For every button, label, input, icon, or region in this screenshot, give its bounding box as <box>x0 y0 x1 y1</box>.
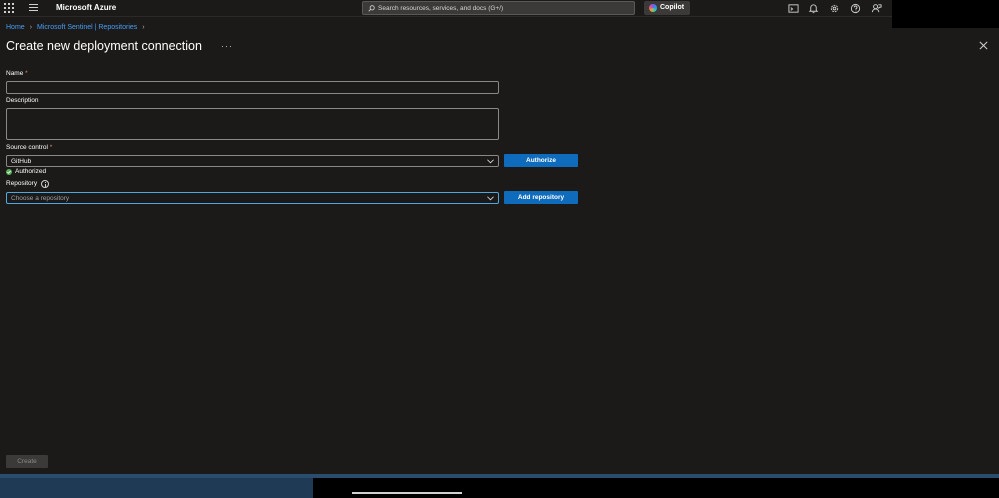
chevron-right-icon: › <box>29 24 33 31</box>
chevron-down-icon <box>487 159 494 164</box>
waffle-icon[interactable] <box>4 3 14 13</box>
source-control-label-text: Source control <box>6 144 48 151</box>
required-mark: * <box>25 70 28 77</box>
feedback-icon[interactable] <box>871 3 882 14</box>
copilot-label: Copilot <box>660 4 685 11</box>
global-search[interactable] <box>362 1 635 15</box>
search-input[interactable] <box>378 2 628 14</box>
required-mark: * <box>49 144 53 151</box>
name-field[interactable] <box>7 88 498 99</box>
chevron-down-icon <box>487 196 494 201</box>
description-label: Description <box>6 97 39 104</box>
authorized-text: Authorized <box>15 168 47 175</box>
breadcrumb: Home › Microsoft Sentinel | Repositories… <box>6 24 150 31</box>
source-control-label: Source control * <box>6 144 52 151</box>
gear-icon[interactable] <box>829 3 840 14</box>
breadcrumb-home[interactable]: Home <box>6 24 25 31</box>
redacted-account-area <box>892 0 999 28</box>
repository-select[interactable]: Choose a repository <box>6 192 499 204</box>
description-field[interactable] <box>7 109 498 139</box>
authorize-button[interactable]: Authorize <box>504 154 578 167</box>
terminal-icon[interactable] <box>788 3 799 14</box>
chevron-right-icon: › <box>142 24 145 31</box>
breadcrumb-repositories[interactable]: Microsoft Sentinel | Repositories <box>37 24 137 31</box>
taskbar-active-indicator <box>352 492 462 494</box>
add-repository-button[interactable]: Add repository <box>504 191 578 204</box>
close-icon[interactable] <box>978 40 989 51</box>
description-field-wrapper <box>6 108 499 140</box>
source-control-value: GitHub <box>11 158 32 165</box>
name-label: Name * <box>6 70 28 77</box>
search-icon <box>368 5 375 12</box>
redacted-taskbar-area <box>313 478 999 498</box>
question-icon[interactable] <box>850 3 861 14</box>
create-button[interactable]: Create <box>6 455 48 468</box>
name-field-wrapper <box>6 81 499 99</box>
copilot-button[interactable]: Copilot <box>644 1 690 15</box>
more-options-icon[interactable]: ··· <box>221 41 233 51</box>
bell-icon[interactable] <box>808 3 819 14</box>
brand-title[interactable]: Microsoft Azure <box>56 3 116 12</box>
authorized-status: Authorized <box>6 168 46 175</box>
top-bar: Microsoft Azure Copilot <box>0 0 892 17</box>
copilot-icon <box>649 4 657 12</box>
name-label-text: Name <box>6 70 24 77</box>
check-circle-icon <box>6 168 12 175</box>
source-control-select[interactable]: GitHub <box>6 155 499 167</box>
repository-label: Repository <box>6 180 38 187</box>
info-icon[interactable] <box>41 180 49 188</box>
repository-placeholder: Choose a repository <box>11 195 70 202</box>
hamburger-icon[interactable] <box>29 4 38 12</box>
page-title: Create new deployment connection <box>6 39 202 53</box>
